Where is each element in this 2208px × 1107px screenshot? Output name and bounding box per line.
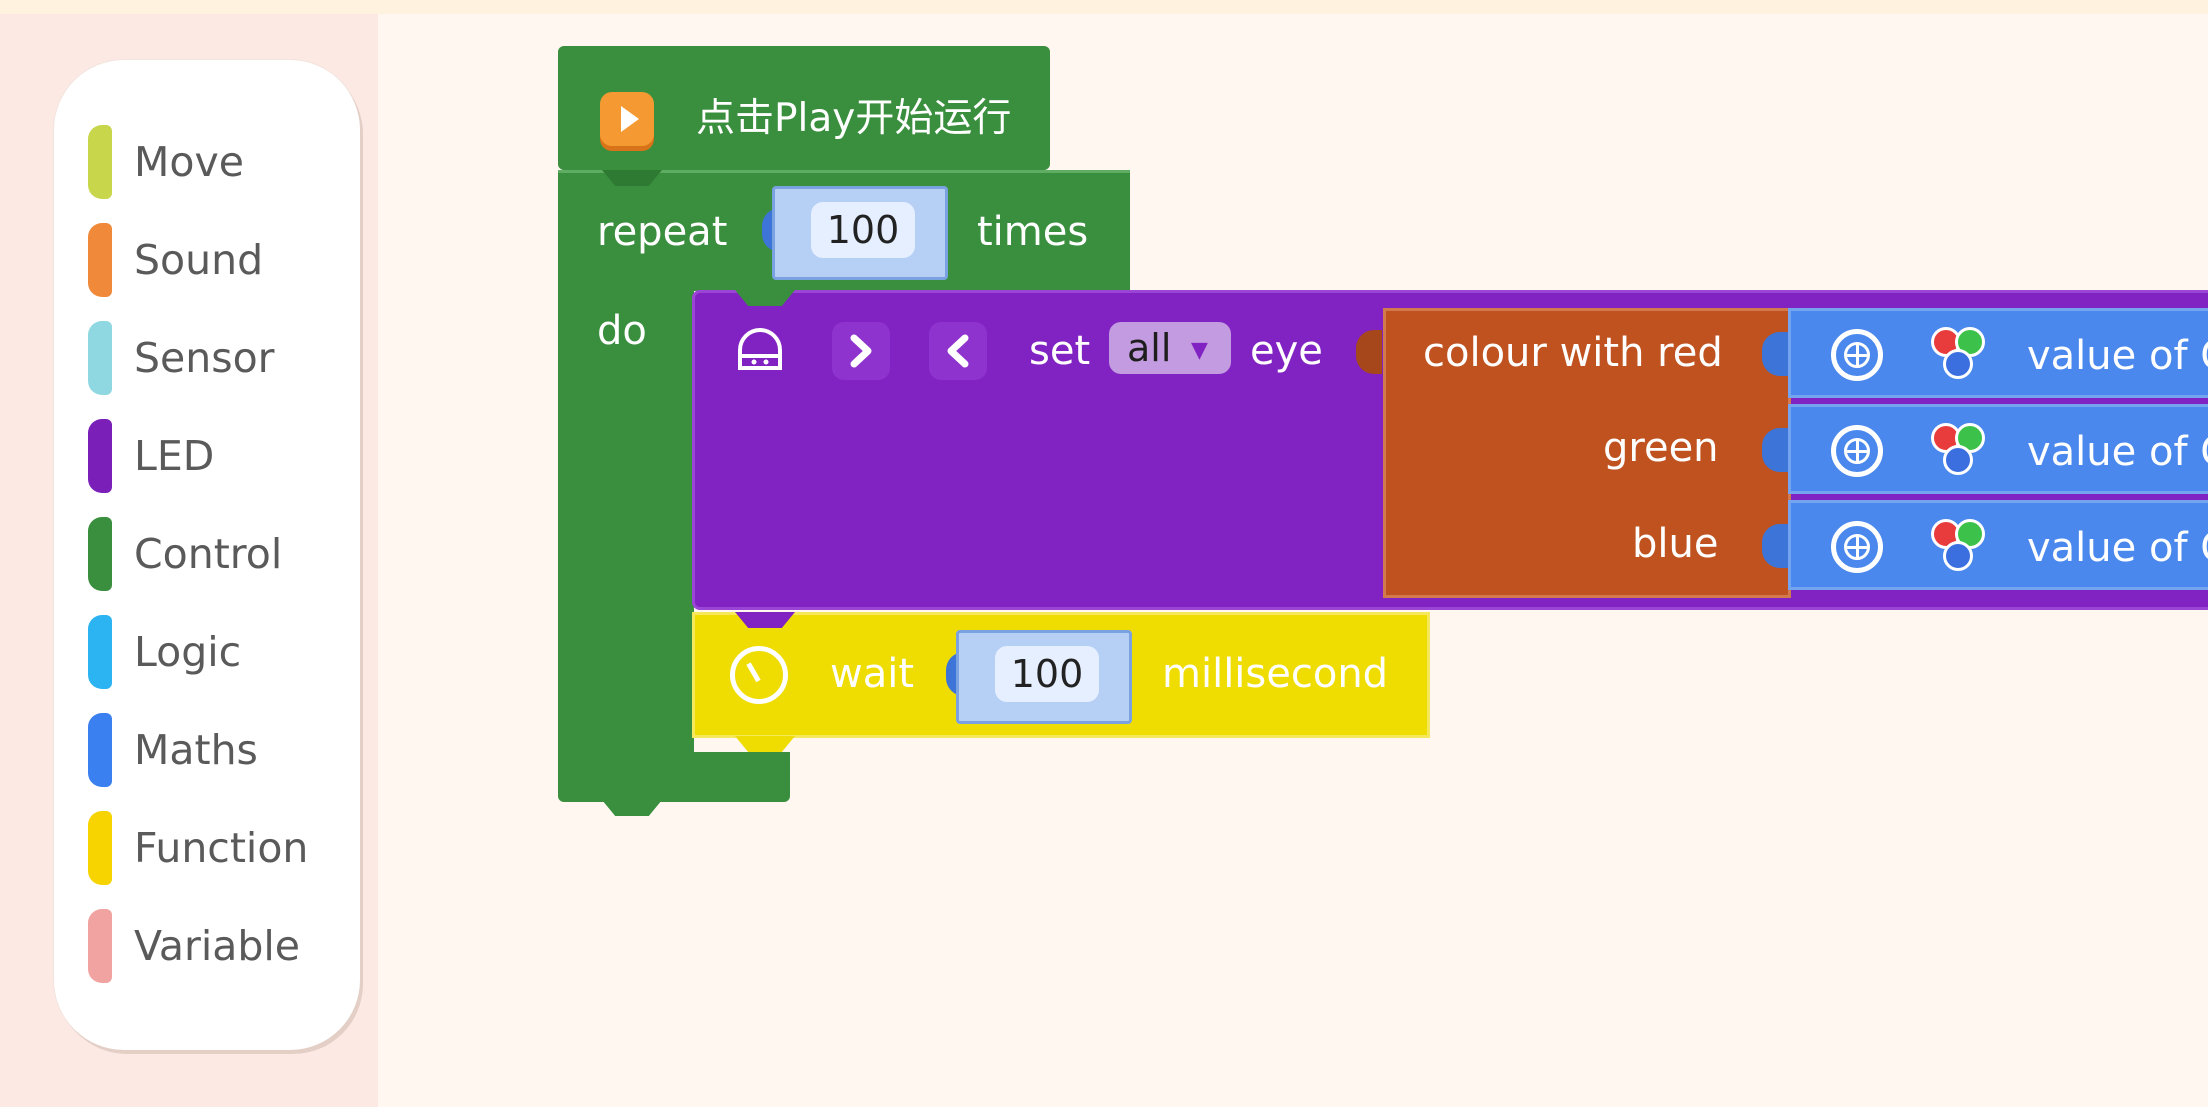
start-block-label: 点击Play开始运行 — [696, 96, 1012, 141]
category-control[interactable]: Control — [88, 517, 348, 591]
category-color-swatch — [88, 321, 112, 395]
wait-label: wait — [830, 651, 915, 697]
category-label: Variable — [134, 922, 301, 970]
input-connector — [1356, 330, 1382, 374]
colour-sensor-value-block-red[interactable]: value of C — [1788, 308, 2208, 398]
times-label: times — [977, 209, 1089, 255]
millisecond-label: millisecond — [1162, 651, 1389, 697]
play-icon — [600, 92, 654, 146]
input-connector — [1762, 524, 1788, 568]
repeat-block-body[interactable] — [558, 288, 694, 752]
sensor-port-icon — [1831, 329, 1883, 381]
category-label: Function — [134, 824, 309, 872]
category-logic[interactable]: Logic — [88, 615, 348, 689]
colour-sensor-value-block-blue[interactable]: value of C — [1788, 500, 2208, 590]
category-color-swatch — [88, 811, 112, 885]
category-color-swatch — [88, 909, 112, 983]
robot-icon — [734, 324, 786, 376]
category-sensor[interactable]: Sensor — [88, 321, 348, 395]
category-color-swatch — [88, 125, 112, 199]
category-label: Sound — [134, 236, 264, 284]
category-label: Sensor — [134, 334, 275, 382]
sensor-port-icon — [1831, 425, 1883, 477]
right-eye-icon[interactable] — [832, 322, 890, 380]
colour-green-label: green — [1603, 425, 1719, 471]
input-connector — [1762, 332, 1788, 376]
rgb-icon — [1927, 321, 1991, 385]
top-strip — [0, 0, 2208, 14]
category-color-swatch — [88, 223, 112, 297]
category-label: Logic — [134, 628, 242, 676]
wait-value-input[interactable]: 100 — [995, 646, 1099, 702]
category-color-swatch — [88, 419, 112, 493]
category-label: Move — [134, 138, 244, 186]
wait-value-slot: 100 — [956, 630, 1132, 724]
category-move[interactable]: Move — [88, 125, 348, 199]
do-label: do — [597, 308, 647, 354]
value-of-label: value of C — [2027, 429, 2208, 475]
category-function[interactable]: Function — [88, 811, 348, 885]
category-label: Maths — [134, 726, 258, 774]
left-eye-icon[interactable] — [929, 322, 987, 380]
category-palette: Move Sound Sensor LED Control Logic Math… — [54, 60, 360, 1050]
repeat-block-footer[interactable] — [558, 752, 790, 802]
set-label: set — [1029, 328, 1091, 374]
value-of-label: value of C — [2027, 333, 2208, 379]
category-variable[interactable]: Variable — [88, 909, 348, 983]
category-led[interactable]: LED — [88, 419, 348, 493]
colour-sensor-value-block-green[interactable]: value of C — [1788, 404, 2208, 494]
eye-label: eye — [1250, 328, 1323, 374]
colour-blue-label: blue — [1632, 521, 1719, 567]
value-of-label: value of C — [2027, 525, 2208, 571]
category-maths[interactable]: Maths — [88, 713, 348, 787]
category-color-swatch — [88, 713, 112, 787]
eye-target-dropdown[interactable]: all — [1109, 322, 1231, 374]
sensor-port-icon — [1831, 521, 1883, 573]
timer-icon — [730, 646, 788, 704]
eye-target-value: all — [1127, 326, 1172, 370]
category-color-swatch — [88, 615, 112, 689]
rgb-icon — [1927, 513, 1991, 577]
category-label: LED — [134, 432, 215, 480]
category-color-swatch — [88, 517, 112, 591]
category-label: Control — [134, 530, 283, 578]
repeat-count-input[interactable]: 100 — [811, 202, 915, 258]
rgb-icon — [1927, 417, 1991, 481]
repeat-count-slot: 100 — [772, 186, 948, 280]
repeat-label: repeat — [597, 209, 728, 255]
input-connector — [1762, 428, 1788, 472]
category-sound[interactable]: Sound — [88, 223, 348, 297]
colour-red-label: colour with red — [1423, 330, 1723, 376]
chevron-down-icon: ▼ — [1191, 338, 1208, 363]
